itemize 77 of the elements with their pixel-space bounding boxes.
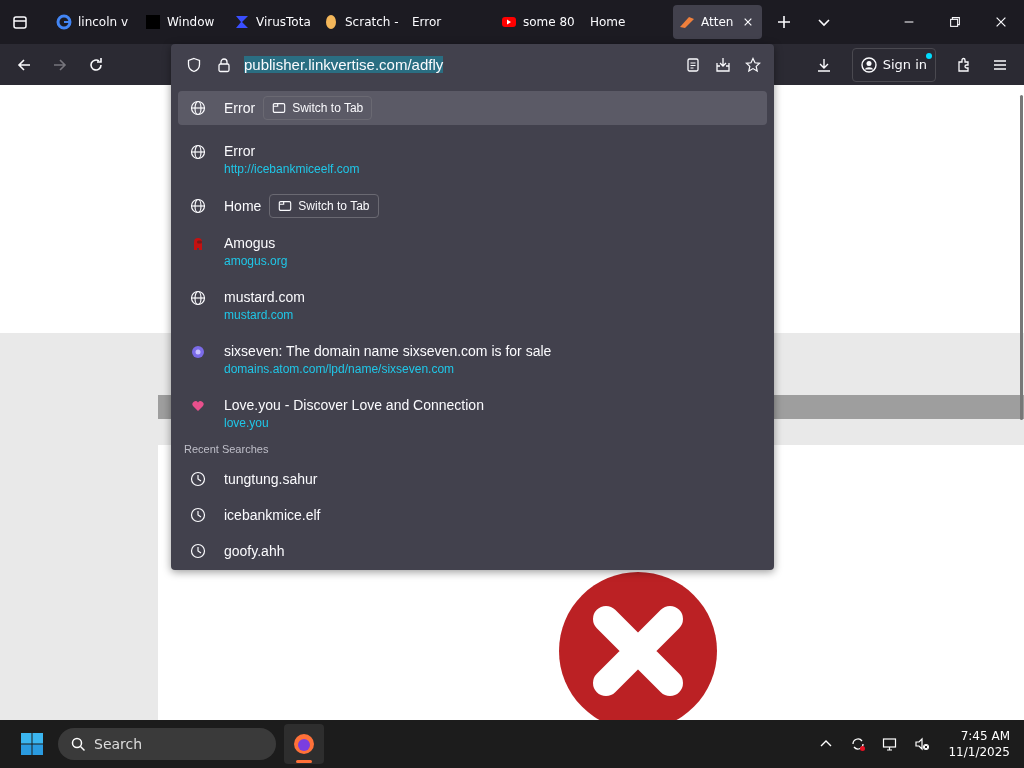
browser-tab[interactable]: lincoln v <box>50 5 139 39</box>
suggestion-item[interactable]: mustard.com mustard.com <box>178 281 767 331</box>
browser-tab[interactable]: Error <box>406 5 495 39</box>
account-icon <box>860 56 877 73</box>
suggestion-url[interactable]: http://icebankmiceelf.com <box>224 162 360 176</box>
back-icon[interactable] <box>16 56 32 73</box>
clock-icon <box>190 471 206 487</box>
search-icon <box>70 736 86 752</box>
browser-tab[interactable]: Atten <box>673 5 762 39</box>
close-icon[interactable] <box>994 15 1008 29</box>
muted-speaker-icon[interactable] <box>914 736 931 752</box>
section-heading: Recent Searches <box>184 443 270 455</box>
tab-icon <box>278 199 293 213</box>
globe-icon <box>190 290 206 306</box>
sigma-icon <box>234 14 250 30</box>
browser-tab[interactable]: some 80 <box>495 5 584 39</box>
tab-list-icon[interactable] <box>12 14 28 30</box>
shield-icon[interactable] <box>186 56 202 73</box>
sign-in-button[interactable]: Sign in <box>851 47 936 82</box>
reader-view-icon[interactable] <box>685 56 701 73</box>
suggestion-title: Home <box>224 198 262 214</box>
suggestion-title: Love.you - Discover Love and Connection <box>224 397 484 413</box>
browser-tab[interactable]: VirusTota <box>228 5 317 39</box>
taskbar-app-button[interactable] <box>284 724 324 764</box>
brush-icon <box>679 14 695 30</box>
suggestion-url[interactable]: mustard.com <box>224 308 305 322</box>
star-icon[interactable] <box>745 56 761 73</box>
suggestion-item[interactable]: sixseven: The domain name sixseven.com is for sale domains.atom.com/lpd/name/sixseven.com <box>178 335 767 385</box>
recent-search-item[interactable]: goofy.ahh <box>178 533 767 569</box>
address-field[interactable]: publisher.linkvertise.com/adfly <box>244 56 673 73</box>
suggestion-title: Error <box>224 100 256 116</box>
new-tab-icon[interactable] <box>776 14 792 30</box>
windows-start-icon[interactable] <box>20 732 44 756</box>
switch-to-tab-button[interactable]: Switch to Tab <box>269 194 379 218</box>
suggestion-item[interactable]: Error http://icebankmiceelf.com <box>178 135 767 185</box>
play-icon <box>501 14 517 30</box>
taskbar-search-field[interactable]: Search <box>58 728 276 760</box>
square-icon <box>145 14 161 30</box>
recent-search-item[interactable]: tungtung.sahur <box>178 461 767 497</box>
globe-icon <box>190 144 206 160</box>
suggestion-title: Amogus <box>224 235 276 251</box>
browser-tab[interactable]: Home <box>584 5 673 39</box>
suggestion-url[interactable]: domains.atom.com/lpd/name/sixseven.com <box>224 362 552 376</box>
close-tab-icon[interactable] <box>743 17 754 27</box>
browser-tab[interactable]: Scratch - <box>317 5 406 39</box>
suggestion-item[interactable]: Amogus amogus.org <box>178 227 767 277</box>
suggestion-url[interactable]: love.you <box>224 416 484 430</box>
lock-icon[interactable] <box>216 56 232 73</box>
reload-icon[interactable] <box>88 56 104 73</box>
forward-icon[interactable] <box>52 56 68 73</box>
extensions-icon[interactable] <box>956 56 972 73</box>
download-icon[interactable] <box>815 56 832 73</box>
suggestion-item[interactable]: Error Switch to Tab <box>178 91 767 125</box>
clock-icon <box>190 507 206 523</box>
scrollbar-thumb[interactable] <box>1020 95 1023 420</box>
suggestion-item[interactable]: Love.you - Discover Love and Connection love.you <box>178 389 767 439</box>
recent-search-item[interactable]: icebankmice.elf <box>178 497 767 533</box>
suggestion-url[interactable]: amogus.org <box>224 254 288 268</box>
heart-icon <box>190 398 206 414</box>
globe-icon <box>190 198 206 214</box>
install-icon[interactable] <box>715 56 731 73</box>
clock-date: 11/1/2025 <box>948 744 1010 761</box>
browser-logo-icon <box>292 732 316 756</box>
clock-time: 7:45 AM <box>960 727 1010 744</box>
suggestion-title: sixseven: The domain name sixseven.com is for sale <box>224 343 552 359</box>
network-icon[interactable] <box>882 736 899 752</box>
browser-tab[interactable]: Window <box>139 5 228 39</box>
google-icon <box>56 14 72 30</box>
restore-icon[interactable] <box>948 15 962 29</box>
sync-icon[interactable] <box>850 736 867 752</box>
globe-icon <box>190 100 206 116</box>
suggestion-title: Error <box>224 143 256 159</box>
tab-icon <box>272 101 287 115</box>
suggestion-title: mustard.com <box>224 289 305 305</box>
switch-to-tab-button[interactable]: Switch to Tab <box>263 96 373 120</box>
clock-icon <box>190 543 206 559</box>
suggestion-item[interactable]: Home Switch to Tab <box>178 189 767 223</box>
